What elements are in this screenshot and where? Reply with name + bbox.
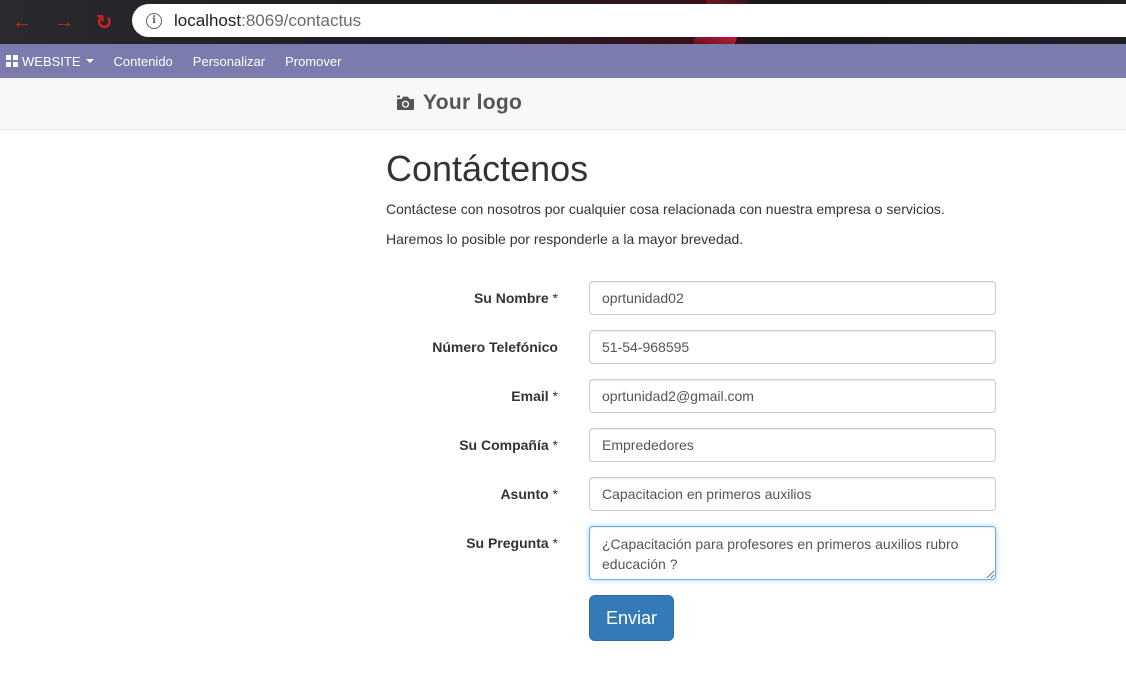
site-logo[interactable]: Your logo [396,91,522,115]
site-header: Your logo [0,78,1126,130]
subject-field[interactable] [589,477,996,511]
back-arrow-icon[interactable]: ← [8,8,36,36]
required-marker: * [552,290,558,306]
phone-label: Número Telefónico [432,339,558,355]
logo-text: Your logo [423,91,523,114]
subject-label-text: Asunto [500,486,549,502]
url-host: localhost [174,10,242,30]
intro-text-secondary: Haremos lo posible por responderle a la … [386,231,744,247]
email-label: Email * [511,388,558,404]
info-icon[interactable]: i [146,12,162,29]
company-field[interactable] [589,428,996,462]
phone-field[interactable] [589,330,996,364]
menu-contenido[interactable]: Contenido [114,54,173,69]
question-label: Su Pregunta * [466,535,558,551]
website-menu-label: WEBSITE [22,53,81,69]
url-text[interactable]: localhost:8069/contactus [174,11,361,31]
website-admin-bar: WEBSITE Contenido Personalizar Promover [0,44,1126,78]
camera-icon [397,95,414,110]
phone-label-text: Número Telefónico [432,339,558,355]
name-field[interactable] [589,281,996,315]
address-bar[interactable]: i localhost:8069/contactus [132,4,1126,37]
required-marker: * [552,535,558,551]
email-label-text: Email [511,388,549,404]
name-label: Su Nombre * [474,290,558,306]
submit-button[interactable]: Enviar [589,595,674,641]
website-menu-button[interactable]: WEBSITE [6,54,94,69]
page-title: Contáctenos [386,148,589,189]
intro-text: Contáctese con nosotros por cualquier co… [386,201,945,217]
forward-arrow-icon[interactable]: → [50,8,78,36]
company-label: Su Compañía * [459,437,558,453]
required-marker: * [552,486,558,502]
url-path: :8069/contactus [241,10,362,30]
name-label-text: Su Nombre [473,290,549,306]
required-marker: * [552,388,558,404]
required-marker: * [552,437,558,453]
menu-personalizar[interactable]: Personalizar [193,54,265,69]
caret-down-icon [85,59,94,63]
question-label-text: Su Pregunta [466,535,549,551]
question-textarea[interactable]: ¿Capacitación para profesores en primero… [589,526,996,580]
apps-grid-icon [6,55,18,67]
reload-icon[interactable]: ↻ [90,8,118,36]
menu-promover[interactable]: Promover [285,54,341,69]
company-label-text: Su Compañía [459,437,549,453]
subject-label: Asunto * [500,486,558,502]
browser-toolbar: ← → ↻ i localhost:8069/contactus [0,0,1126,44]
email-field[interactable] [589,379,996,413]
